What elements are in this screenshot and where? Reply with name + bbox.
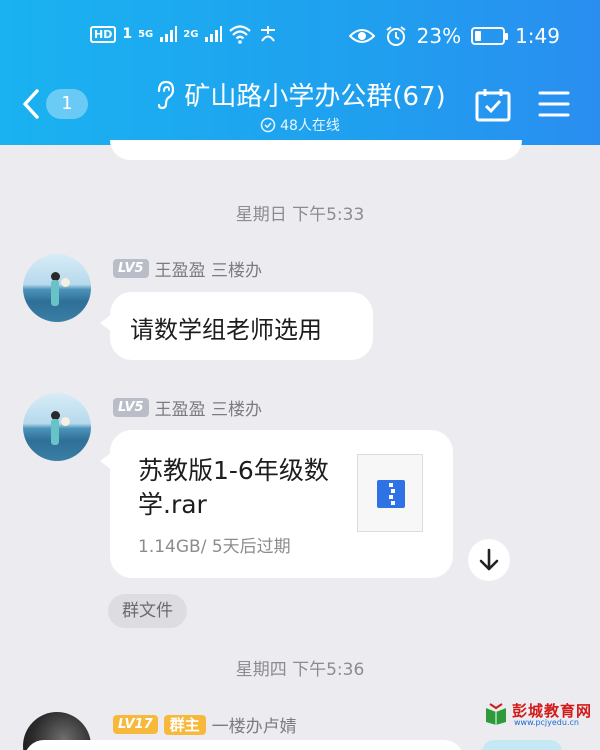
avatar[interactable] <box>23 393 91 461</box>
next-message-bubble <box>24 740 464 750</box>
avatar[interactable] <box>23 254 91 322</box>
download-button[interactable] <box>468 539 510 581</box>
sender-name[interactable]: 王盈盈 三楼办 <box>155 395 262 420</box>
zip-teeth <box>389 483 393 487</box>
previous-message-bubble <box>110 140 522 160</box>
status-left: HD 1 5G 2G <box>90 24 278 44</box>
download-arrow-icon <box>479 548 499 571</box>
chat-nav-bar: 1 矿山路小学办公群(67) 48人在线 <box>0 70 600 140</box>
sender-name[interactable]: 王盈盈 三楼办 <box>155 256 262 281</box>
alarm-icon <box>386 26 406 46</box>
ear-icon <box>158 80 175 109</box>
sim-indicator: 1 <box>122 26 133 42</box>
file-meta: 1.14GB/ 5天后过期 <box>138 537 291 557</box>
group-owner-badge: 群主 <box>163 714 206 735</box>
time-separator: 星期四 下午5:36 <box>235 660 365 680</box>
status-bar: HD 1 5G 2G 23% 1:49 <box>0 22 600 56</box>
network-label-2: 2G <box>183 28 199 40</box>
next-message-pill <box>482 740 562 750</box>
time-separator: 星期日 下午5:33 <box>235 205 365 225</box>
online-check-icon <box>260 117 276 133</box>
chat-title-area[interactable]: 矿山路小学办公群(67) 48人在线 <box>120 76 480 135</box>
battery-percent: 23% <box>416 24 462 48</box>
avatar-figure-body <box>51 280 59 306</box>
group-title: 矿山路小学办公群(67) <box>184 82 446 112</box>
zip-file-icon <box>377 480 405 508</box>
bubble-tail <box>100 314 112 332</box>
zip-teeth <box>391 501 395 505</box>
hamburger-menu-icon <box>538 91 570 117</box>
sender-row: LV5 王盈盈 三楼办 <box>113 395 262 420</box>
avatar-hat <box>61 278 70 287</box>
back-button[interactable]: 1 <box>22 88 88 120</box>
clock: 1:49 <box>515 24 560 48</box>
file-message-bubble[interactable]: 苏教版1-6年级数学.rar 1.14GB/ 5天后过期 <box>100 430 453 578</box>
bubble-tail <box>100 452 112 470</box>
battery-fill <box>475 31 482 41</box>
sender-row: LV5 王盈盈 三楼办 <box>113 256 262 281</box>
battery-icon <box>471 27 509 45</box>
file-thumbnail <box>357 454 423 532</box>
online-count: 48人在线 <box>280 118 340 134</box>
sender-name[interactable]: 一楼办卢婧 <box>212 712 297 737</box>
eye-icon <box>348 29 375 43</box>
signal-icon-1 <box>160 26 178 42</box>
calendar-check-icon <box>475 89 511 122</box>
avatar-hat <box>61 417 70 426</box>
calendar-check-button[interactable] <box>475 88 511 126</box>
level-badge: LV17 <box>113 715 158 734</box>
wifi-icon <box>229 25 252 44</box>
app-header: HD 1 5G 2G 23% 1:49 1 矿山路小学办公群(67) 48人在线 <box>0 0 600 145</box>
book-logo-icon <box>486 703 506 725</box>
payment-icon <box>261 26 276 42</box>
zip-teeth <box>391 489 395 493</box>
hd-badge: HD <box>90 25 117 43</box>
level-badge: LV5 <box>113 398 149 417</box>
zip-teeth <box>389 495 393 499</box>
file-name: 苏教版1-6年级数学.rar <box>138 456 329 519</box>
chevron-left-icon <box>23 89 39 119</box>
text-message-bubble[interactable]: 请数学组老师选用 <box>100 292 373 360</box>
level-badge: LV5 <box>113 259 149 278</box>
group-files-chip[interactable]: 群文件 <box>108 594 187 628</box>
menu-button[interactable] <box>538 90 570 122</box>
avatar-figure-body <box>51 419 59 445</box>
watermark: 彭城教育网 www.pcjyedu.cn <box>482 700 600 730</box>
watermark-url: www.pcjyedu.cn <box>514 718 579 727</box>
network-label-1: 5G <box>138 28 154 40</box>
signal-icon-2 <box>205 26 223 42</box>
status-right: 23% 1:49 <box>348 24 560 48</box>
unread-count-badge: 1 <box>46 89 88 119</box>
message-text: 请数学组老师选用 <box>130 316 322 344</box>
sender-row: LV17 群主 一楼办卢婧 <box>113 712 297 737</box>
